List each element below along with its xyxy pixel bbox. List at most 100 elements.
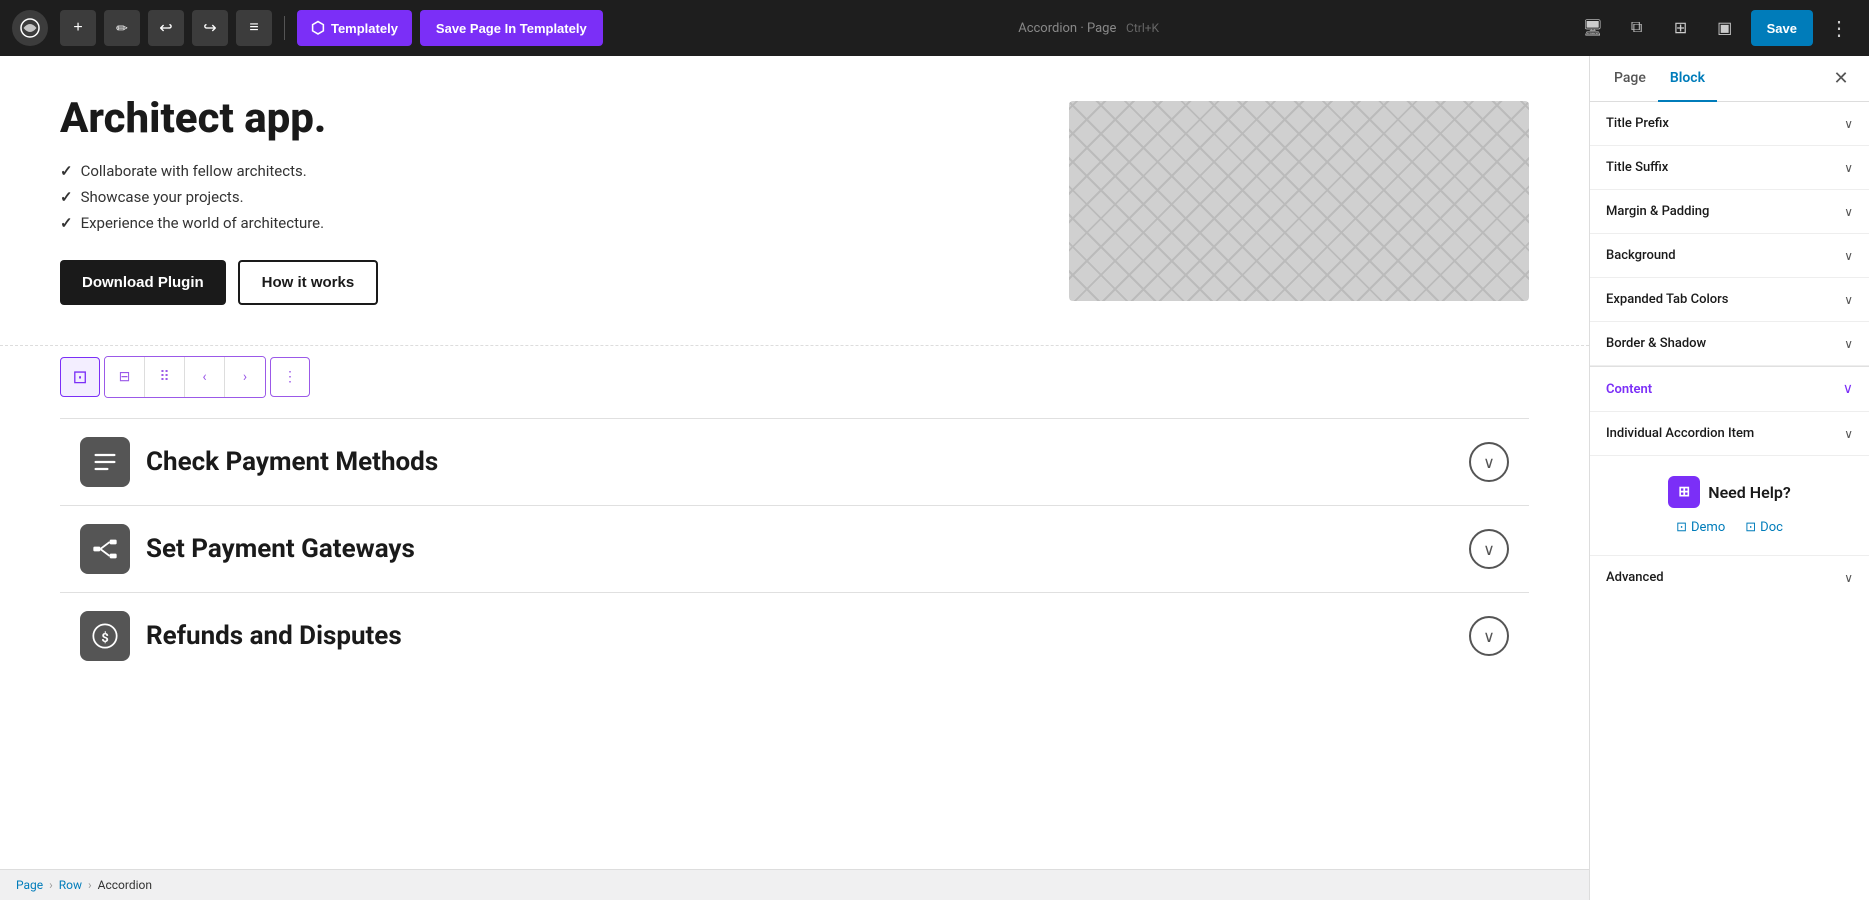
topbar-right: 🖥 ⧉ ⊞ ▣ Save ⋮: [1575, 10, 1857, 46]
toolbar-group: ⊟ ⠿ ‹ ›: [104, 356, 266, 398]
content-section[interactable]: Content ∨: [1590, 367, 1869, 412]
page-title-text: Accordion · Page: [1018, 21, 1116, 36]
prev-button[interactable]: ‹: [185, 357, 225, 397]
content-chevron: ∨: [1843, 381, 1853, 397]
accordion-chevron-1[interactable]: ∨: [1469, 442, 1509, 482]
download-plugin-button[interactable]: Download Plugin: [60, 260, 226, 305]
list-view-button[interactable]: ≡: [236, 10, 272, 46]
desktop-view-button[interactable]: 🖥: [1575, 10, 1611, 46]
right-sidebar: Page Block ✕ Title Prefix ∨ Title Suffix…: [1589, 56, 1869, 900]
accordion-chevron-2[interactable]: ∨: [1469, 529, 1509, 569]
accordion-item-1[interactable]: Check Payment Methods ∨: [60, 418, 1529, 505]
background-chevron: ∨: [1844, 249, 1853, 263]
expanded-tab-colors-section[interactable]: Expanded Tab Colors ∨: [1590, 278, 1869, 322]
title-prefix-label: Title Prefix: [1606, 116, 1669, 131]
individual-accordion-chevron: ∨: [1844, 427, 1853, 441]
breadcrumb-row[interactable]: Row: [59, 878, 82, 892]
hero-list: Collaborate with fellow architects. Show…: [60, 162, 1029, 232]
templately-icon: ⬡: [311, 18, 325, 38]
redo-button[interactable]: ↪: [192, 10, 228, 46]
plugins-button[interactable]: ⊞: [1663, 10, 1699, 46]
border-shadow-section[interactable]: Border & Shadow ∨: [1590, 322, 1869, 366]
accordion-item-2[interactable]: Set Payment Gateways ∨: [60, 505, 1529, 592]
expanded-tab-colors-chevron: ∨: [1844, 293, 1853, 307]
breadcrumb-page[interactable]: Page: [16, 878, 43, 892]
expanded-tab-colors-label: Expanded Tab Colors: [1606, 292, 1728, 307]
main-layout: Architect app. Collaborate with fellow a…: [0, 56, 1869, 900]
doc-label: Doc: [1760, 520, 1783, 535]
need-help-section: ⊞ Need Help? ⊡ Demo ⊡ Doc: [1590, 456, 1869, 556]
doc-link[interactable]: ⊡ Doc: [1745, 520, 1783, 535]
accordion-section: Check Payment Methods ∨ Set P: [0, 408, 1589, 719]
tab-page[interactable]: Page: [1602, 56, 1658, 102]
title-suffix-section[interactable]: Title Suffix ∨: [1590, 146, 1869, 190]
more-tool-button[interactable]: ⋮: [270, 357, 310, 397]
need-help-title: ⊞ Need Help?: [1668, 476, 1791, 508]
undo-button[interactable]: ↩: [148, 10, 184, 46]
doc-icon: ⊡: [1745, 520, 1756, 535]
list-item: Experience the world of architecture.: [60, 214, 1029, 232]
canvas-area: Architect app. Collaborate with fellow a…: [0, 56, 1589, 900]
margin-padding-section[interactable]: Margin & Padding ∨: [1590, 190, 1869, 234]
layout-tool-button[interactable]: ⊟: [105, 357, 145, 397]
save-button[interactable]: Save: [1751, 10, 1813, 46]
advanced-section[interactable]: Advanced ∨: [1590, 556, 1869, 599]
need-help-links: ⊡ Demo ⊡ Doc: [1676, 520, 1783, 535]
accordion-title-1: Check Payment Methods: [146, 447, 1453, 477]
templately-button[interactable]: ⬡ Templately: [297, 10, 412, 46]
individual-accordion-section[interactable]: Individual Accordion Item ∨: [1590, 412, 1869, 456]
hero-buttons: Download Plugin How it works: [60, 260, 1029, 305]
topbar-center: Accordion · Page Ctrl+K: [611, 21, 1567, 36]
topbar: + ✏ ↩ ↪ ≡ ⬡ Templately Save Page In Temp…: [0, 0, 1869, 56]
sidebar-tabs: Page Block ✕: [1590, 56, 1869, 102]
canvas-wrapper: Architect app. Collaborate with fellow a…: [0, 56, 1589, 900]
align-tool-button[interactable]: ⊡: [60, 357, 100, 397]
title-suffix-label: Title Suffix: [1606, 160, 1668, 175]
page-shortcut: Ctrl+K: [1126, 21, 1159, 35]
accordion-icon-3: $: [80, 611, 130, 661]
hero-section: Architect app. Collaborate with fellow a…: [0, 56, 1589, 345]
wp-logo[interactable]: [12, 10, 48, 46]
margin-padding-label: Margin & Padding: [1606, 204, 1709, 219]
advanced-chevron: ∨: [1844, 571, 1853, 585]
accordion-toolbar: ⊡ ⊟ ⠿ ‹ › ⋮: [0, 345, 1589, 408]
templately-label: Templately: [331, 21, 398, 36]
demo-label: Demo: [1691, 520, 1725, 535]
background-section[interactable]: Background ∨: [1590, 234, 1869, 278]
demo-icon: ⊡: [1676, 520, 1687, 535]
title-suffix-chevron: ∨: [1844, 161, 1853, 175]
individual-accordion-label: Individual Accordion Item: [1606, 426, 1754, 441]
hero-title: Architect app.: [60, 96, 1029, 142]
edit-button[interactable]: ✏: [104, 10, 140, 46]
tab-block[interactable]: Block: [1658, 56, 1717, 102]
content-label: Content: [1606, 382, 1652, 397]
sidebar-toggle-button[interactable]: ▣: [1707, 10, 1743, 46]
drag-handle[interactable]: ⠿: [145, 357, 185, 397]
margin-padding-chevron: ∨: [1844, 205, 1853, 219]
dollar-icon: $: [91, 622, 119, 650]
sidebar-close-button[interactable]: ✕: [1825, 63, 1857, 95]
more-options-button[interactable]: ⋮: [1821, 10, 1857, 46]
demo-link[interactable]: ⊡ Demo: [1676, 520, 1725, 535]
need-help-icon: ⊞: [1668, 476, 1700, 508]
svg-text:$: $: [101, 631, 108, 646]
preview-button[interactable]: ⧉: [1619, 10, 1655, 46]
save-page-templately-button[interactable]: Save Page In Templately: [420, 10, 603, 46]
list-item: Showcase your projects.: [60, 188, 1029, 206]
accordion-chevron-3[interactable]: ∨: [1469, 616, 1509, 656]
add-block-button[interactable]: +: [60, 10, 96, 46]
accordion-icon-1: [80, 437, 130, 487]
accordion-title-3: Refunds and Disputes: [146, 621, 1453, 651]
title-prefix-section[interactable]: Title Prefix ∨: [1590, 102, 1869, 146]
accordion-item-3[interactable]: $ Refunds and Disputes ∨: [60, 592, 1529, 679]
how-it-works-button[interactable]: How it works: [238, 260, 379, 305]
breadcrumb-accordion: Accordion: [98, 878, 152, 892]
geometric-pattern: [1069, 101, 1529, 301]
accordion-icon-2: [80, 524, 130, 574]
need-help-text: Need Help?: [1708, 483, 1791, 502]
flow-icon: [91, 535, 119, 563]
list-icon: [91, 448, 119, 476]
advanced-label: Advanced: [1606, 570, 1664, 585]
next-button[interactable]: ›: [225, 357, 265, 397]
border-shadow-label: Border & Shadow: [1606, 336, 1706, 351]
